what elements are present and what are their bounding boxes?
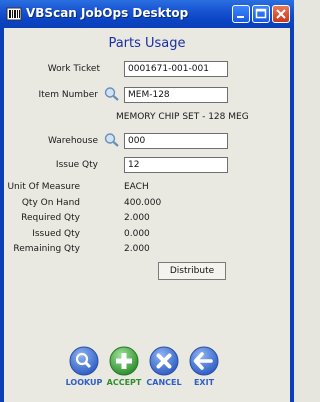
work-ticket-field[interactable]: 0001671-001-001 [124, 61, 228, 77]
maximize-button[interactable] [252, 5, 270, 23]
title-bar: VBScan JobOps Desktop [0, 0, 294, 29]
work-ticket-label: Work Ticket [47, 64, 100, 74]
warehouse-search-icon[interactable] [103, 132, 121, 148]
distribute-button[interactable]: Distribute [158, 262, 226, 280]
item-description: MEMORY CHIP SET - 128 MEG [116, 112, 249, 122]
close-icon [276, 9, 286, 19]
exit-arrow-icon [189, 346, 219, 376]
maximize-icon [255, 8, 267, 19]
exit-button[interactable]: EXIT [184, 346, 224, 392]
warehouse-label: Warehouse [47, 136, 98, 146]
required-qty-value: 2.000 [124, 213, 150, 223]
accept-plus-icon [109, 346, 139, 376]
cancel-x-icon [149, 346, 179, 376]
issued-qty-value: 0.000 [124, 229, 150, 239]
exit-label: EXIT [193, 378, 215, 387]
app-icon [6, 7, 22, 21]
lookup-icon [69, 346, 99, 376]
close-button[interactable] [272, 5, 290, 23]
issue-qty-label: Issue Qty [55, 160, 98, 170]
qty-on-hand-label: Qty On Hand [21, 198, 80, 208]
minimize-button[interactable] [232, 5, 250, 23]
uom-label: Unit Of Measure [7, 182, 80, 192]
uom-value: EACH [124, 182, 149, 192]
required-qty-label: Required Qty [21, 213, 80, 223]
issue-qty-field[interactable]: 12 [124, 157, 228, 173]
remaining-qty-label: Remaining Qty [13, 244, 80, 254]
qty-on-hand-value: 400.000 [124, 198, 162, 208]
page-title: Parts Usage [108, 36, 186, 51]
minimize-icon [237, 16, 244, 18]
warehouse-field[interactable]: 000 [124, 133, 228, 149]
window-border-right [290, 28, 294, 402]
item-number-search-icon[interactable] [103, 86, 121, 102]
window-title: VBScan JobOps Desktop [26, 6, 189, 20]
remaining-qty-value: 2.000 [124, 244, 150, 254]
issued-qty-label: Issued Qty [32, 229, 80, 239]
item-number-field[interactable]: MEM-128 [124, 87, 228, 103]
item-number-label: Item Number [38, 90, 98, 100]
